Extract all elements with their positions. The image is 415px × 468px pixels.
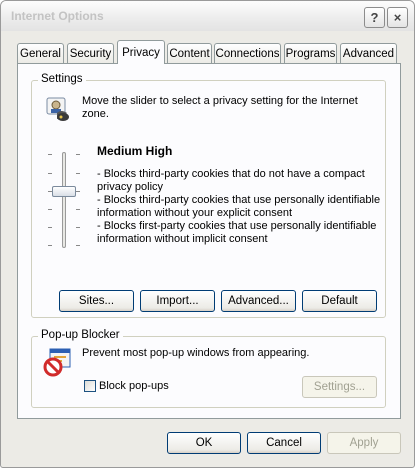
tab-advanced[interactable]: Advanced [340, 43, 397, 63]
privacy-shield-icon [43, 95, 73, 125]
block-popups-checkbox[interactable] [84, 380, 96, 392]
settings-group-label: Settings [38, 73, 86, 85]
slider-tick [76, 154, 80, 155]
ok-button[interactable]: OK [167, 432, 241, 454]
slider-tick [48, 227, 52, 228]
default-button[interactable]: Default [302, 290, 377, 312]
slider-tick [76, 191, 80, 192]
popup-settings-button[interactable]: Settings... [302, 376, 377, 398]
popup-blocked-icon [42, 347, 74, 377]
slider-tick [48, 173, 52, 174]
block-popups-label[interactable]: Block pop-ups [99, 380, 169, 393]
help-icon: ? [370, 10, 379, 25]
level-description-line: - Blocks first-party cookies that use pe… [97, 220, 377, 232]
slider-thumb[interactable] [52, 186, 76, 197]
tab-content[interactable]: Content [167, 43, 212, 63]
close-button[interactable]: × [387, 7, 408, 28]
intro-line-1: Move the slider to select a privacy sett… [82, 95, 358, 107]
internet-options-window: Internet Options ? × General Security Pr… [0, 0, 415, 468]
level-description-line: privacy policy [97, 181, 164, 193]
slider-tick [76, 245, 80, 246]
tab-security[interactable]: Security [67, 43, 114, 63]
slider-track[interactable] [62, 152, 66, 248]
sites-button[interactable]: Sites... [59, 290, 134, 312]
apply-button[interactable]: Apply [327, 432, 401, 454]
tab-privacy[interactable]: Privacy [117, 40, 165, 64]
slider-tick [76, 209, 80, 210]
popup-blocker-description: Prevent most pop-up windows from appeari… [82, 347, 310, 359]
slider-tick [48, 154, 52, 155]
level-description-line: - Blocks third-party cookies that use pe… [97, 194, 381, 206]
intro-line-2: zone. [82, 108, 109, 120]
cancel-button[interactable]: Cancel [247, 432, 321, 454]
help-button[interactable]: ? [364, 7, 385, 28]
tab-connections[interactable]: Connections [214, 43, 281, 63]
slider-tick [48, 245, 52, 246]
title-bar[interactable]: Internet Options ? × [1, 1, 414, 31]
level-description-line: - Blocks third-party cookies that do not… [97, 168, 365, 180]
window-title: Internet Options [11, 9, 104, 23]
import-button[interactable]: Import... [140, 290, 215, 312]
tab-general[interactable]: General [17, 43, 64, 63]
level-description-line: information without implicit consent [97, 233, 268, 245]
popup-blocker-group-label: Pop-up Blocker [38, 329, 123, 341]
slider-tick [48, 209, 52, 210]
privacy-level-title: Medium High [97, 144, 173, 158]
close-icon: × [393, 10, 402, 25]
tab-programs[interactable]: Programs [284, 43, 337, 63]
slider-tick [76, 227, 80, 228]
slider-tick [76, 173, 80, 174]
level-description-line: information without your explicit consen… [97, 207, 293, 219]
advanced-button[interactable]: Advanced... [221, 290, 296, 312]
